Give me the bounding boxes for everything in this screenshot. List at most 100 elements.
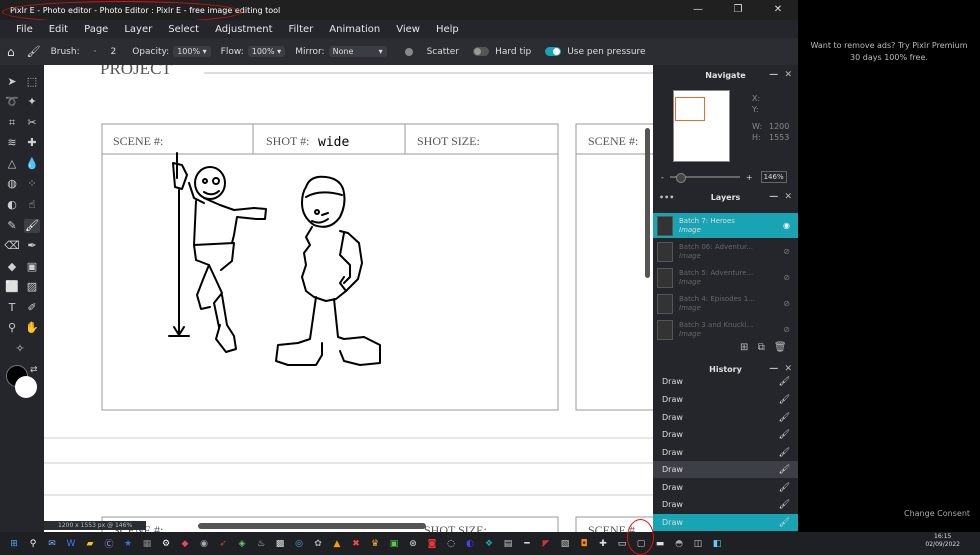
sponge-tool-icon[interactable]: ◍: [4, 177, 20, 191]
app-icon[interactable]: ✚: [595, 537, 611, 551]
app-icon[interactable]: ▣: [386, 537, 402, 551]
steam-icon[interactable]: ♨: [253, 537, 269, 551]
history-item[interactable]: Draw 🖌: [653, 376, 798, 387]
cut-tool-icon[interactable]: ✂: [24, 116, 40, 130]
app-c-icon[interactable]: Ⓒ: [101, 537, 117, 551]
navigator-viewport[interactable]: [675, 97, 705, 121]
mirror-select[interactable]: None ▾: [328, 46, 387, 57]
vlc-icon[interactable]: ▲: [329, 537, 345, 551]
chrome-icon[interactable]: ◎: [291, 537, 307, 551]
app-icon[interactable]: ◆: [177, 537, 193, 551]
image-tool-icon[interactable]: ▨: [24, 280, 40, 294]
menu-animation[interactable]: Animation: [321, 24, 388, 35]
pixelate-tool-icon[interactable]: ⁘: [24, 177, 40, 191]
history-item[interactable]: Draw 🖌: [653, 391, 798, 408]
app-icon[interactable]: ♛: [367, 537, 383, 551]
ad-line-2[interactable]: 30 days 100% free.: [798, 52, 980, 64]
app-icon[interactable]: ◐: [462, 537, 478, 551]
text-tool-icon[interactable]: T: [4, 301, 20, 315]
history-item[interactable]: Draw 🖌: [653, 479, 798, 496]
app-icon[interactable]: ◧: [709, 537, 725, 551]
zoom-out-button[interactable]: -: [661, 173, 664, 182]
marquee-tool-icon[interactable]: ⬚: [24, 75, 40, 89]
eye-hidden-icon[interactable]: ⊘: [783, 273, 790, 282]
zoom-in-button[interactable]: +: [746, 173, 753, 182]
pixlr-icon[interactable]: ❖: [481, 537, 497, 551]
blur-tool-icon[interactable]: 💧: [24, 157, 40, 171]
app-icon[interactable]: ▬: [652, 537, 668, 551]
menu-layer[interactable]: Layer: [116, 24, 160, 35]
eraser-tool-icon[interactable]: ⌫: [4, 239, 20, 253]
history-item[interactable]: Draw 🖌: [653, 461, 798, 478]
wand-tool-icon[interactable]: ✦: [24, 95, 40, 109]
liquify-tool-icon[interactable]: ≋: [4, 136, 20, 150]
shape-tool-icon[interactable]: ⬜: [4, 280, 20, 294]
app-icon[interactable]: ◫: [690, 537, 706, 551]
windows-start-icon[interactable]: ⊞: [6, 537, 22, 551]
folder-icon[interactable]: ▰: [82, 537, 98, 551]
history-item[interactable]: Draw 🖌: [653, 514, 798, 531]
zoom-slider[interactable]: [669, 173, 740, 183]
gradient-tool-icon[interactable]: ▣: [24, 260, 40, 274]
canvas-vertical-scrollbar[interactable]: [645, 128, 650, 278]
brush-size-input[interactable]: 2: [110, 47, 116, 57]
app-icon[interactable]: ▩: [272, 537, 288, 551]
app-icon[interactable]: ◘: [576, 537, 592, 551]
layer-item[interactable]: Batch 06: Adventur... Image ⊘: [653, 239, 798, 264]
smudge-tool-icon[interactable]: ☝: [24, 198, 40, 212]
canvas-area[interactable]: PROJECT SCENE #: SHOT #: wide SHOT SIZE:…: [44, 65, 653, 532]
change-consent-link[interactable]: Change Consent: [904, 509, 970, 518]
clone-tool-icon[interactable]: ✒: [24, 239, 40, 253]
eye-hidden-icon[interactable]: ⊘: [783, 247, 790, 256]
layers-panel-controls[interactable]: — ✕: [769, 192, 792, 202]
dodge-tool-icon[interactable]: ◐: [4, 198, 20, 212]
hand-tool-icon[interactable]: ✋: [24, 321, 40, 335]
arrange-tool-icon[interactable]: ➤: [4, 75, 20, 89]
app-icon[interactable]: ⊛: [405, 537, 421, 551]
swap-colors-icon[interactable]: ⇄: [30, 365, 38, 375]
pen-tool-icon[interactable]: ✎: [4, 219, 20, 233]
lasso-tool-icon[interactable]: ➰: [4, 95, 20, 109]
navigator-thumbnail[interactable]: [673, 90, 730, 162]
layer-item[interactable]: Batch 5: Adventure... Image ⊘: [653, 265, 798, 290]
eye-hidden-icon[interactable]: ⊘: [783, 299, 790, 308]
menu-edit[interactable]: Edit: [41, 24, 76, 35]
word-icon[interactable]: W: [63, 537, 79, 551]
magic-tool-icon[interactable]: ✧: [12, 342, 28, 356]
canvas-horizontal-scrollbar[interactable]: [198, 523, 426, 529]
history-item[interactable]: Draw 🖌: [653, 496, 798, 513]
app-icon[interactable]: ◓: [671, 537, 687, 551]
history-item[interactable]: Draw 🖌: [653, 409, 798, 426]
heal-tool-icon[interactable]: ✚: [24, 136, 40, 150]
history-item[interactable]: Draw 🖌: [653, 426, 798, 443]
home-icon[interactable]: ⌂: [7, 45, 15, 59]
menu-view[interactable]: View: [388, 24, 428, 35]
hardtip-toggle[interactable]: [473, 47, 490, 56]
star-app-icon[interactable]: ★: [120, 537, 136, 551]
minimize-icon[interactable]: —: [678, 0, 718, 20]
history-panel-controls[interactable]: — ✕: [769, 364, 792, 374]
app-icon[interactable]: ✖: [348, 537, 364, 551]
flow-select[interactable]: 100% ▾: [247, 46, 286, 57]
background-color-swatch[interactable]: [15, 376, 37, 398]
menu-page[interactable]: Page: [76, 24, 116, 35]
brush-tool-button-icon[interactable]: 🖌: [24, 219, 40, 233]
fill-tool-icon[interactable]: ◆: [4, 260, 20, 274]
layer-item[interactable]: Batch 3 and Knuckl... Image ⊘: [653, 317, 798, 342]
layer-item[interactable]: Batch 7: Heroes Image ◉: [653, 213, 798, 238]
menu-help[interactable]: Help: [428, 24, 467, 35]
app-icon[interactable]: ◙: [424, 537, 440, 551]
system-clock[interactable]: 16:15 02/09/2022: [925, 533, 960, 549]
app-icon[interactable]: ◌: [443, 537, 459, 551]
app-icon[interactable]: ▦: [139, 537, 155, 551]
settings-icon[interactable]: ⚙: [158, 537, 174, 551]
duplicate-layer-icon[interactable]: ⧉: [758, 342, 765, 353]
eyedropper-tool-icon[interactable]: ✐: [24, 301, 40, 315]
zoom-input[interactable]: 146%: [760, 171, 787, 183]
add-layer-icon[interactable]: ⊞: [740, 342, 748, 353]
app-icon[interactable]: ◤: [538, 537, 554, 551]
menu-select[interactable]: Select: [160, 24, 207, 35]
app-icon[interactable]: ▤: [500, 537, 516, 551]
opacity-select[interactable]: 100% ▾: [173, 46, 211, 57]
penpressure-toggle[interactable]: [545, 47, 562, 56]
